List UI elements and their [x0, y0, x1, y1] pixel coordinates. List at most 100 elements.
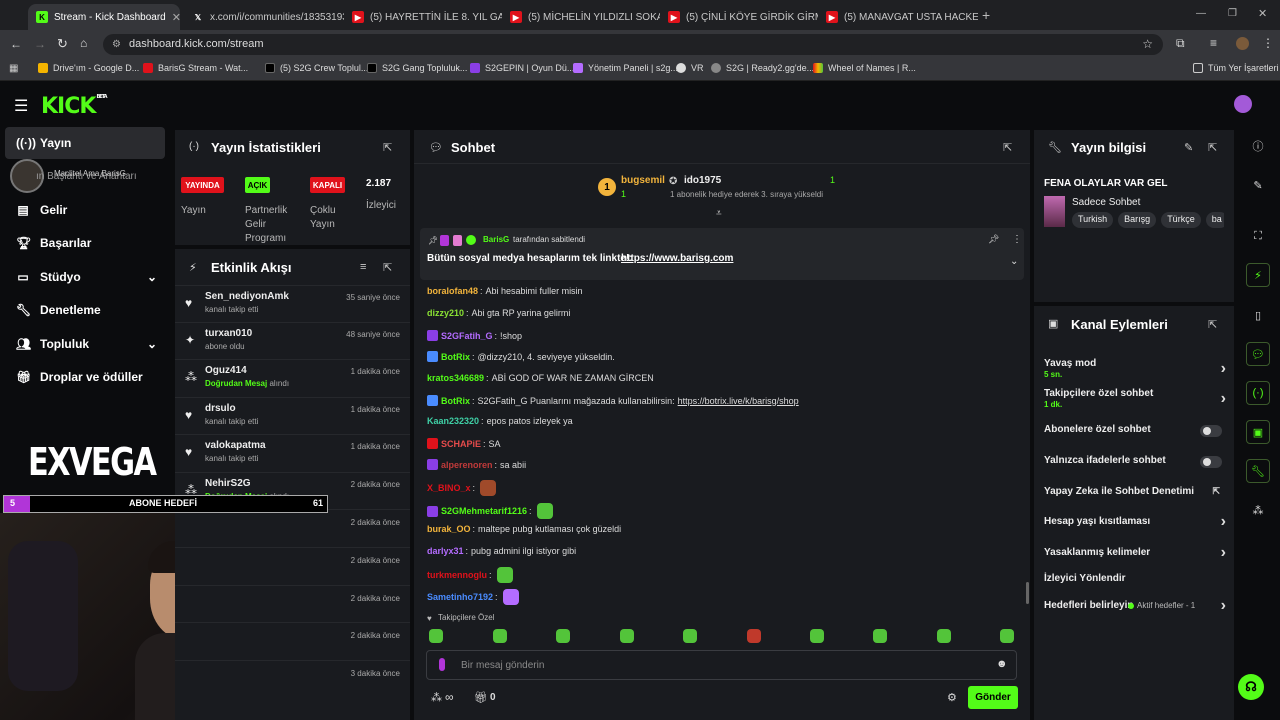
broadcast-icon[interactable]: (·)	[1246, 381, 1270, 405]
channel-action-row[interactable]: Hesap yaşı kısıtlaması ›	[1044, 513, 1226, 530]
quick-emote[interactable]	[747, 629, 761, 643]
chat-username[interactable]: S2GMehmetarif1216	[441, 506, 527, 516]
event-user[interactable]: Oguz414	[205, 365, 247, 376]
chat-username[interactable]: Kaan232320	[427, 416, 479, 426]
bookmark-item[interactable]: (5) S2G Crew Toplul...	[265, 63, 368, 73]
mod-icon[interactable]: ▣	[1246, 420, 1270, 444]
quick-emote[interactable]	[1000, 629, 1014, 643]
back-icon[interactable]: ←	[10, 37, 22, 51]
chat-username[interactable]: burak_OO	[427, 524, 471, 534]
popout-icon[interactable]: ⇱	[383, 141, 395, 154]
chat-settings-icon[interactable]: ⚙	[947, 691, 957, 704]
event-user[interactable]: Sen_nediyonAmk	[205, 291, 289, 302]
bookmark-item[interactable]: Yönetim Paneli | s2g...	[573, 63, 678, 73]
unpin-icon[interactable]: 📌︎	[988, 234, 999, 245]
reload-icon[interactable]: ↻	[57, 36, 68, 52]
bookmark-item[interactable]: S2GEPIN | Oyun Dü...	[470, 63, 574, 73]
tab-kick-dashboard[interactable]: K Stream - Kick Dashboard ✕	[28, 4, 180, 30]
new-tab-icon[interactable]: +	[982, 7, 990, 23]
profile-avatar[interactable]	[1236, 37, 1249, 50]
reading-list-icon[interactable]: ≡	[1210, 36, 1217, 50]
send-button[interactable]: Gönder	[968, 686, 1018, 709]
chat-input[interactable]: Bir mesaj gönderin ☻	[426, 650, 1017, 680]
popout-icon[interactable]: ⇱	[383, 261, 395, 274]
points-icon[interactable]: ⁂	[1246, 498, 1270, 522]
chat-username[interactable]: SCHAPiE	[441, 439, 481, 449]
minimize-icon[interactable]: —	[1196, 8, 1206, 19]
help-support-icon[interactable]: ☊	[1238, 674, 1264, 700]
hamburger-menu-icon[interactable]: ☰	[14, 96, 28, 116]
bookmark-item[interactable]: Wheel of Names | R...	[813, 63, 916, 73]
chat-username[interactable]: Sametinho7192	[427, 592, 493, 602]
pencil-icon[interactable]: ✎	[1246, 173, 1270, 197]
scroll-to-pinned-icon[interactable]: ⩡	[716, 208, 722, 219]
site-info-icon[interactable]: ⚙	[112, 34, 121, 55]
category-name[interactable]: Sadece Sohbet	[1072, 197, 1140, 208]
filter-icon[interactable]: ≡	[360, 261, 372, 273]
channel-action-row[interactable]: İzleyici Yönlendir	[1044, 573, 1226, 584]
popout-icon[interactable]: ⇱	[1003, 141, 1015, 154]
crop-icon[interactable]: ⛶	[1246, 224, 1270, 248]
info-icon[interactable]: ⓘ	[1246, 134, 1270, 158]
bookmark-item[interactable]: S2G Gang Topluluk...	[367, 63, 467, 73]
channel-action-row[interactable]: Yalnızca ifadelerle sohbet	[1044, 455, 1226, 466]
home-icon[interactable]: ⌂	[80, 36, 87, 50]
quick-emote[interactable]	[493, 629, 507, 643]
toggle-switch[interactable]	[1200, 425, 1222, 437]
address-input[interactable]: ⚙ dashboard.kick.com/stream ☆	[103, 34, 1163, 55]
channel-action-row[interactable]: Yavaş mod 5 sn. ›	[1044, 358, 1226, 379]
kick-logo[interactable]: KICKBETA	[41, 94, 108, 119]
tab-close-icon[interactable]: ✕	[166, 11, 180, 24]
chat-username[interactable]: BotRix	[441, 396, 470, 406]
points-icon[interactable]: ⁂	[431, 691, 442, 704]
emoji-icon[interactable]: ☻	[996, 658, 1008, 670]
channel-action-row[interactable]: Yasaklanmış kelimeler ›	[1044, 544, 1226, 561]
sidebar-item-basarilar[interactable]: 🏆︎ Başarılar	[5, 227, 165, 259]
forward-icon[interactable]: →	[34, 37, 46, 51]
chat-username[interactable]: darlyx31	[427, 546, 464, 556]
sidebar-item-denetleme[interactable]: 🔧︎ Denetleme	[5, 294, 165, 326]
tab-youtube-2[interactable]: ▶ (5) MİCHELİN YILDIZLI SOKAK L ✕	[502, 4, 660, 30]
channel-action-row[interactable]: Takipçilere özel sohbet 1 dk. ›	[1044, 388, 1226, 409]
chevron-down-icon[interactable]: ⌄	[1010, 256, 1018, 267]
chat-username[interactable]: S2GFatih_G	[441, 331, 493, 341]
chat-username[interactable]: dizzy210	[427, 308, 464, 318]
quick-emote[interactable]	[556, 629, 570, 643]
chat-username[interactable]: turkmennoglu	[427, 570, 487, 580]
extensions-icon[interactable]: ⧉	[1176, 36, 1185, 51]
gift-box-icon[interactable]: 🎁︎	[474, 691, 488, 704]
recent-gifter-name[interactable]: ido1975	[684, 175, 721, 186]
tab-youtube-4[interactable]: ▶ (5) MANAVGAT USTA HACKERL ✕	[818, 4, 978, 30]
bookmark-item[interactable]: BarisG Stream - Wat...	[143, 63, 248, 73]
chat-username[interactable]: X_BINO_x	[427, 483, 471, 493]
top-gifter-name[interactable]: bugsemil	[621, 175, 665, 186]
quick-emote[interactable]	[683, 629, 697, 643]
user-avatar[interactable]	[1234, 95, 1252, 113]
sidebar-item-studyo[interactable]: ▭ Stüdyo ⌄	[5, 261, 165, 293]
sidebar-item-gelir[interactable]: ▤ Gelir	[5, 194, 165, 226]
menu-dots-icon[interactable]: ⋮	[1262, 36, 1274, 50]
chat-username[interactable]: kratos346689	[427, 373, 484, 383]
bookmark-item[interactable]: Drive'ım - Google D...	[38, 63, 139, 73]
channel-action-row[interactable]: Hedefleri belirleyin Aktif hedefler - 1 ›	[1044, 597, 1226, 614]
tab-youtube-3[interactable]: ▶ (5) ÇİNLİ KÖYE GİRDİK GİRMEZ ✕	[660, 4, 818, 30]
edit-pencil-icon[interactable]: ✎	[1184, 141, 1196, 154]
stream-tag[interactable]: Turkish	[1072, 212, 1114, 228]
stream-tag[interactable]: Barışg	[1118, 212, 1157, 228]
close-window-icon[interactable]: ✕	[1258, 7, 1267, 20]
pinned-by-user[interactable]: BarisG	[483, 235, 509, 244]
channel-action-row[interactable]: Yapay Zeka ile Sohbet Denetimi ⇱	[1044, 486, 1226, 497]
quick-emote[interactable]	[620, 629, 634, 643]
document-icon[interactable]: ▯	[1246, 303, 1270, 327]
lightning-icon[interactable]: ⚡︎	[1246, 263, 1270, 287]
quick-emote[interactable]	[429, 629, 443, 643]
quick-emote[interactable]	[810, 629, 824, 643]
popout-icon[interactable]: ⇱	[1208, 141, 1220, 154]
chat-username[interactable]: BotRix	[441, 352, 470, 362]
chat-username[interactable]: alperenoren	[441, 460, 493, 470]
event-user[interactable]: valokapatma	[205, 440, 266, 451]
event-user[interactable]: NehirS2G	[205, 478, 251, 489]
event-user[interactable]: turxan010	[205, 328, 252, 339]
tab-youtube-1[interactable]: ▶ (5) HAYRETTİN İLE 8. YIL GALAS ✕	[344, 4, 502, 30]
chat-scrollbar[interactable]	[1026, 582, 1029, 604]
